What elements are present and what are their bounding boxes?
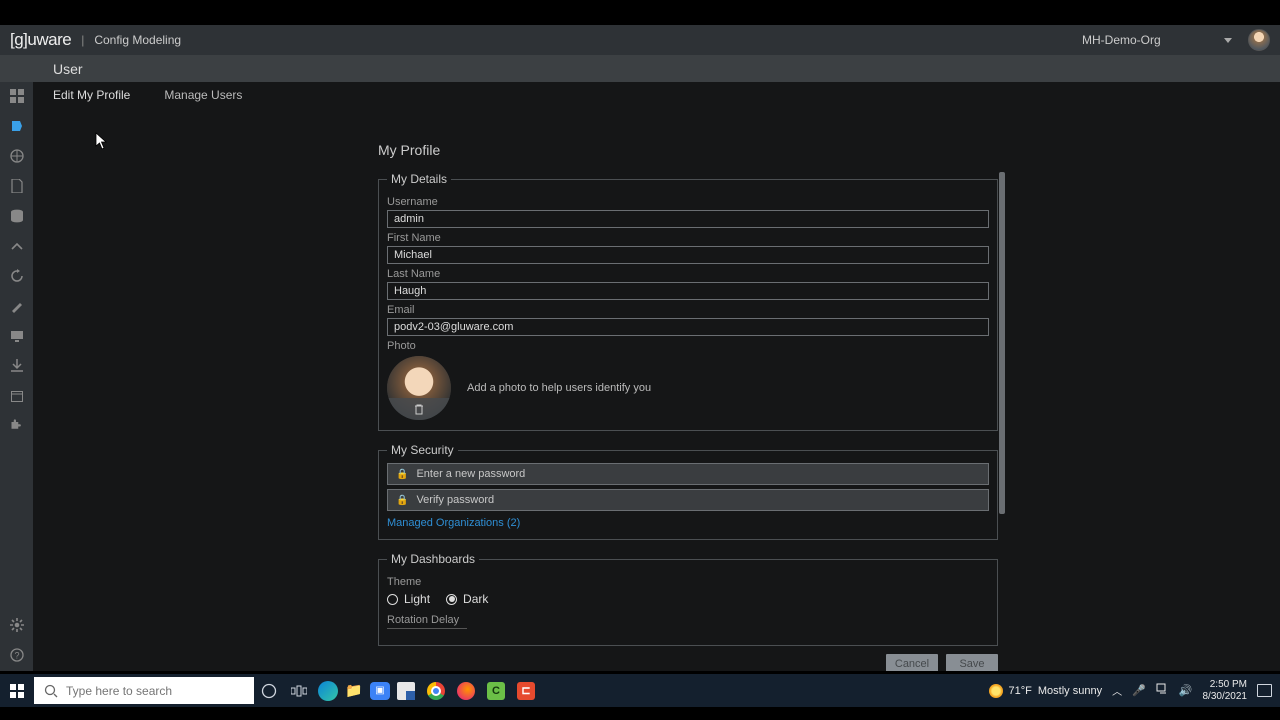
org-selected-label: MH-Demo-Org xyxy=(1082,33,1161,47)
sidebar-monitor-icon[interactable] xyxy=(9,328,25,344)
tray-mic-icon[interactable]: 🎤 xyxy=(1132,684,1146,697)
managed-orgs-link[interactable]: Managed Organizations (2) xyxy=(387,517,520,529)
logo-divider: | xyxy=(81,33,84,47)
sidebar-database-icon[interactable] xyxy=(9,208,25,224)
task-view-icon[interactable] xyxy=(284,674,314,707)
profile-heading: My Profile xyxy=(378,142,998,158)
taskbar-explorer-icon[interactable]: 📁 xyxy=(340,677,368,705)
theme-light-label: Light xyxy=(404,592,430,606)
taskbar-search[interactable] xyxy=(34,677,254,704)
page-title: User xyxy=(53,61,83,77)
email-label: Email xyxy=(387,304,989,316)
app-name: Config Modeling xyxy=(94,33,181,47)
my-details-legend: My Details xyxy=(387,172,451,186)
firstname-input[interactable] xyxy=(387,246,989,264)
rotation-delay-input[interactable]: Rotation Delay xyxy=(387,614,467,629)
taskbar-camtasia-icon[interactable]: C xyxy=(482,677,510,705)
taskbar-weather[interactable]: 71°F Mostly sunny xyxy=(989,684,1103,698)
taskbar-clock[interactable]: 2:50 PM 8/30/2021 xyxy=(1203,679,1248,703)
taskbar-recorder-icon[interactable]: ⊏ xyxy=(512,677,540,705)
delete-photo-button[interactable] xyxy=(387,398,451,420)
sidebar-calendar-icon[interactable] xyxy=(9,388,25,404)
sidebar-chevron-up-icon[interactable] xyxy=(9,238,25,254)
tray-volume-icon[interactable]: 🔊 xyxy=(1179,684,1193,697)
sidebar-document-icon[interactable] xyxy=(9,178,25,194)
sidebar-help-icon[interactable]: ? xyxy=(9,647,25,663)
radio-icon xyxy=(446,594,457,605)
verify-password-placeholder: Verify password xyxy=(416,494,494,506)
photo-label: Photo xyxy=(387,340,989,352)
cortana-icon[interactable] xyxy=(254,674,284,707)
username-label: Username xyxy=(387,196,989,208)
tray-network-icon[interactable] xyxy=(1156,683,1169,698)
chevron-down-icon xyxy=(1224,38,1232,43)
email-input[interactable] xyxy=(387,318,989,336)
windows-taskbar: 📁 ▣ C ⊏ 71°F Mostly sunny ︿ 🎤 🔊 2:50 PM … xyxy=(0,674,1280,707)
start-button[interactable] xyxy=(0,674,34,707)
sidebar-puzzle-icon[interactable] xyxy=(9,418,25,434)
brand-logo: [g]uware xyxy=(10,30,71,50)
my-security-fieldset: My Security 🔒 Enter a new password 🔒 Ver… xyxy=(378,443,998,540)
new-password-input[interactable]: 🔒 Enter a new password xyxy=(387,463,989,485)
lastname-input[interactable] xyxy=(387,282,989,300)
sidebar-config-modeling-icon[interactable] xyxy=(9,118,25,134)
clock-time: 2:50 PM xyxy=(1203,679,1248,691)
sidebar-settings-icon[interactable] xyxy=(9,617,25,633)
lock-icon: 🔒 xyxy=(396,469,408,480)
notifications-icon[interactable] xyxy=(1257,684,1272,697)
lastname-label: Last Name xyxy=(387,268,989,280)
new-password-placeholder: Enter a new password xyxy=(416,468,525,480)
taskbar-firefox-icon[interactable] xyxy=(452,677,480,705)
username-input[interactable] xyxy=(387,210,989,228)
user-avatar[interactable] xyxy=(1248,29,1270,51)
sun-icon xyxy=(989,684,1003,698)
cancel-button[interactable]: Cancel xyxy=(886,654,938,671)
theme-light-radio[interactable]: Light xyxy=(387,592,430,606)
sidebar-tool-icon[interactable] xyxy=(9,298,25,314)
photo-hint-text: Add a photo to help users identify you xyxy=(467,382,651,394)
tab-manage-users[interactable]: Manage Users xyxy=(164,88,242,102)
sidebar-dashboard-icon[interactable] xyxy=(9,88,25,104)
sidebar-globe-icon[interactable] xyxy=(9,148,25,164)
page-title-bar: User xyxy=(0,55,1280,82)
sidebar-download-icon[interactable] xyxy=(9,358,25,374)
taskbar-app-icon[interactable] xyxy=(392,677,420,705)
svg-text:?: ? xyxy=(14,651,19,661)
clock-date: 8/30/2021 xyxy=(1203,691,1248,703)
lock-icon: 🔒 xyxy=(396,495,408,506)
taskbar-edge-icon[interactable] xyxy=(318,681,338,701)
sidebar-sync-icon[interactable] xyxy=(9,268,25,284)
sidebar: ? xyxy=(0,82,33,671)
theme-dark-radio[interactable]: Dark xyxy=(446,592,488,606)
my-dashboards-legend: My Dashboards xyxy=(387,552,479,566)
taskbar-search-input[interactable] xyxy=(66,684,244,698)
taskbar-zoom-icon[interactable]: ▣ xyxy=(370,682,390,700)
weather-text: Mostly sunny xyxy=(1038,685,1102,697)
verify-password-input[interactable]: 🔒 Verify password xyxy=(387,489,989,511)
profile-photo[interactable] xyxy=(387,356,451,420)
theme-dark-label: Dark xyxy=(463,592,488,606)
my-details-fieldset: My Details Username First Name Last Name… xyxy=(378,172,998,431)
firstname-label: First Name xyxy=(387,232,989,244)
my-dashboards-fieldset: My Dashboards Theme Light Dark xyxy=(378,552,998,646)
weather-temp: 71°F xyxy=(1009,685,1032,697)
my-security-legend: My Security xyxy=(387,443,458,457)
scrollbar-thumb[interactable] xyxy=(999,172,1005,514)
search-icon xyxy=(44,684,58,698)
theme-label: Theme xyxy=(387,576,989,588)
tab-edit-my-profile[interactable]: Edit My Profile xyxy=(53,88,130,102)
radio-icon xyxy=(387,594,398,605)
tray-chevron-up-icon[interactable]: ︿ xyxy=(1112,683,1122,698)
save-button[interactable]: Save xyxy=(946,654,998,671)
app-header: [g]uware | Config Modeling MH-Demo-Org xyxy=(0,25,1280,55)
tab-bar: Edit My Profile Manage Users xyxy=(33,82,1280,108)
taskbar-chrome-icon[interactable] xyxy=(422,677,450,705)
org-selector[interactable]: MH-Demo-Org xyxy=(1082,33,1232,47)
